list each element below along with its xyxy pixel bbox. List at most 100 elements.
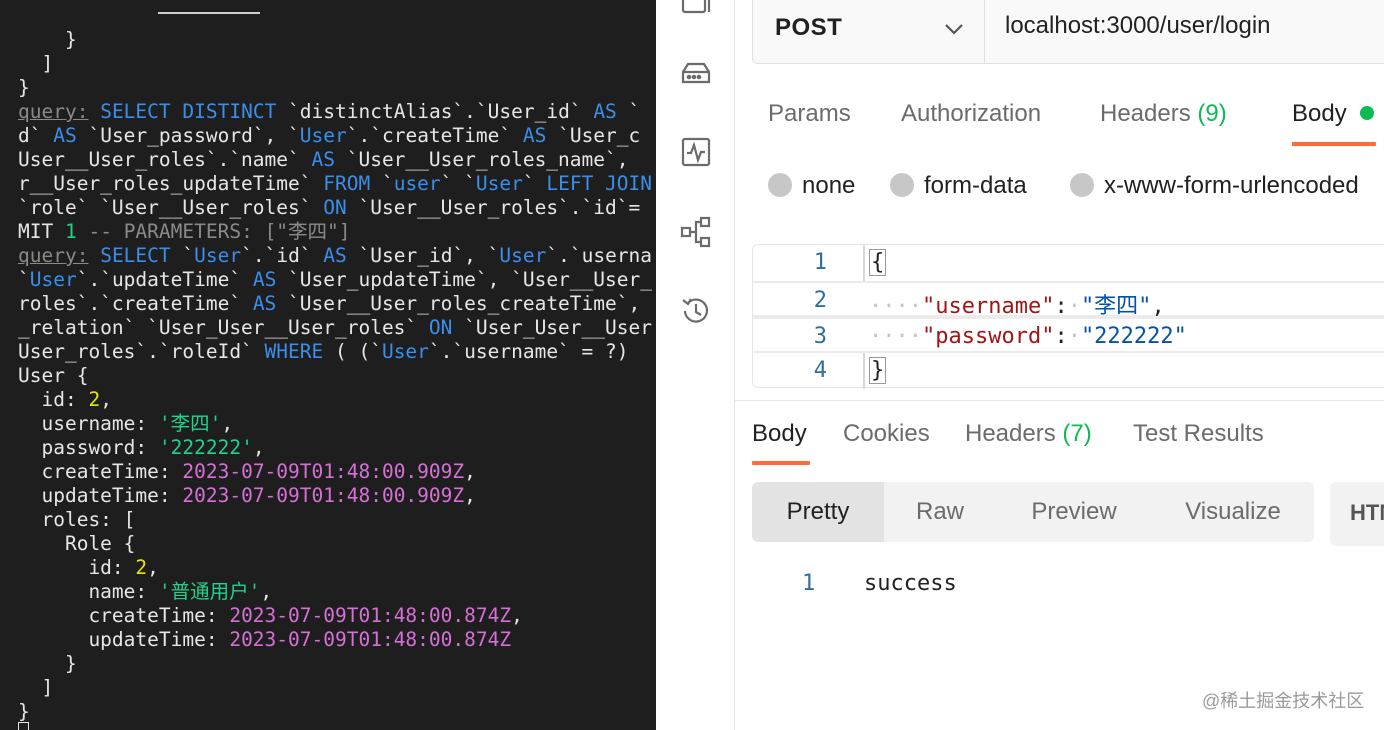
view-raw[interactable]: Raw: [884, 482, 996, 542]
tab-body[interactable]: Body: [1292, 100, 1347, 128]
terminal-token: ,: [252, 436, 265, 459]
terminal-line: updateTime: 2023-07-09T01:48:00.874Z: [18, 628, 652, 652]
terminal-token: '222222': [158, 436, 253, 459]
terminal-token: `User_c: [546, 124, 641, 147]
indent-dots: ····: [869, 324, 922, 349]
view-preview[interactable]: Preview: [996, 482, 1152, 542]
json-key-username: "username": [921, 294, 1055, 319]
radio-none-label: none: [802, 172, 856, 199]
terminal-token: }: [18, 700, 30, 723]
open-brace: {: [869, 249, 887, 276]
terminal-line: updateTime: 2023-07-09T01:48:00.909Z,: [18, 484, 652, 508]
terminal-token: `: [18, 268, 30, 291]
request-body-editor[interactable]: 1 { 2 ····"username":·"李四", 3 ····"passw…: [752, 244, 1384, 389]
terminal-token: User_roles`.`roleId`: [18, 340, 265, 363]
tab-headers-count: (9): [1197, 100, 1227, 127]
terminal-token: SELECT: [100, 100, 171, 123]
terminal-token: ( (`: [323, 340, 382, 363]
terminal-line: name: '普通用户',: [18, 580, 652, 604]
terminal-token: id:: [18, 556, 136, 579]
terminal-cursor: [18, 722, 29, 730]
terminal-line: }: [18, 28, 652, 52]
terminal-token: }: [18, 28, 77, 51]
terminal-token: updateTime:: [18, 484, 183, 507]
radio-form-data[interactable]: form-data: [890, 172, 1027, 200]
terminal-line: User {: [18, 364, 652, 388]
terminal-token: 2023-07-09T01:48:00.909Z: [182, 460, 465, 483]
terminal-token: AS: [522, 124, 547, 147]
tab-authorization[interactable]: Authorization: [901, 100, 1041, 128]
view-visualize[interactable]: Visualize: [1152, 482, 1314, 542]
terminal-token: ` `: [440, 172, 476, 195]
radio-circle-icon: [890, 173, 914, 197]
terminal-token: ,: [260, 580, 273, 603]
terminal-line: r__User_roles_updateTime` FROM `user` `U…: [18, 172, 652, 196]
tab-params[interactable]: Params: [768, 100, 851, 128]
terminal-token: roles`.`createTime`: [18, 292, 253, 315]
history-icon[interactable]: [679, 294, 713, 328]
radio-urlencoded-label: x-www-form-urlencoded: [1104, 172, 1359, 199]
terminal-line: query: SELECT DISTINCT `distinctAlias`.`…: [18, 100, 652, 124]
view-pretty[interactable]: Pretty: [752, 482, 884, 542]
editor-line: 3 ····"password":·"222222": [753, 317, 1384, 353]
tab-headers[interactable]: Headers (9): [1100, 100, 1227, 128]
response-tab-test-results[interactable]: Test Results: [1133, 420, 1264, 448]
radio-urlencoded[interactable]: x-www-form-urlencoded: [1070, 172, 1359, 200]
terminal-token: r__User_roles_updateTime`: [18, 172, 324, 195]
json-value-password: "222222": [1080, 324, 1187, 349]
postman-window: POST localhost:3000/user/login Params Au…: [656, 0, 1384, 730]
terminal-token: `User__User_roles`.`id`=: [346, 196, 641, 219]
response-line-number: 1: [802, 571, 816, 596]
body-indicator-dot: [1360, 106, 1374, 120]
pane-divider[interactable]: [735, 400, 1384, 401]
json-value-username: "李四": [1080, 294, 1152, 319]
editor-line: 4 }: [753, 353, 1384, 389]
flows-icon[interactable]: [679, 215, 713, 249]
terminal-line: createTime: 2023-07-09T01:48:00.874Z,: [18, 604, 652, 628]
radio-none[interactable]: none: [768, 172, 855, 200]
response-tab-body[interactable]: Body: [752, 420, 807, 448]
terminal-token: 2023-07-09T01:48:00.909Z: [182, 484, 465, 507]
terminal-token: }: [18, 76, 30, 99]
terminal-token: AS: [53, 124, 77, 147]
terminal-line: _relation` `User_User__User_roles` ON `U…: [18, 316, 652, 340]
editor-line: 1 {: [753, 245, 1384, 281]
terminal-token: ,: [464, 460, 476, 483]
terminal-line: }: [18, 76, 652, 100]
terminal-token: ON: [323, 196, 347, 219]
response-tab-cookies[interactable]: Cookies: [843, 420, 930, 448]
terminal-token: User: [381, 340, 429, 363]
method-label: POST: [775, 14, 843, 41]
method-select[interactable]: POST: [753, 0, 985, 63]
terminal-token: ]: [18, 52, 54, 75]
terminal-line: roles`.`createTime` AS `User__User_roles…: [18, 292, 652, 316]
format-select[interactable]: HTML: [1330, 482, 1384, 546]
environments-icon[interactable]: [679, 56, 713, 90]
terminal-token: `.`updateTime`: [76, 268, 253, 291]
terminal-token: AS: [252, 292, 277, 315]
terminal-token: createTime:: [18, 604, 230, 627]
terminal-token: }: [18, 652, 77, 675]
url-input[interactable]: localhost:3000/user/login: [1005, 12, 1271, 40]
terminal-token: ,: [147, 556, 159, 579]
terminal-token: AS: [323, 244, 347, 267]
terminal-token: id:: [18, 388, 89, 411]
terminal-token: User: [499, 244, 547, 267]
response-tab-headers[interactable]: Headers (7): [965, 420, 1092, 448]
line-number: 2: [813, 288, 827, 313]
collections-icon[interactable]: [679, 0, 713, 20]
terminal-token: LEFT JOIN: [546, 172, 653, 195]
terminal-token: '普通用户': [158, 580, 261, 603]
terminal-token: 2023-07-09T01:48:00.874Z: [229, 628, 512, 651]
editor-code: }: [869, 357, 887, 384]
terminal-pane[interactable]: } ]} query: SELECT DISTINCT `distinctAlia…: [0, 0, 656, 730]
terminal-token: AS: [593, 100, 617, 123]
terminal-token: 2: [88, 388, 101, 411]
radio-form-data-label: form-data: [924, 172, 1027, 199]
radio-circle-icon: [1070, 173, 1094, 197]
monitors-icon[interactable]: [679, 135, 713, 169]
terminal-token: `.`username` = ?): [428, 340, 629, 363]
terminal-token: FROM: [323, 172, 371, 195]
